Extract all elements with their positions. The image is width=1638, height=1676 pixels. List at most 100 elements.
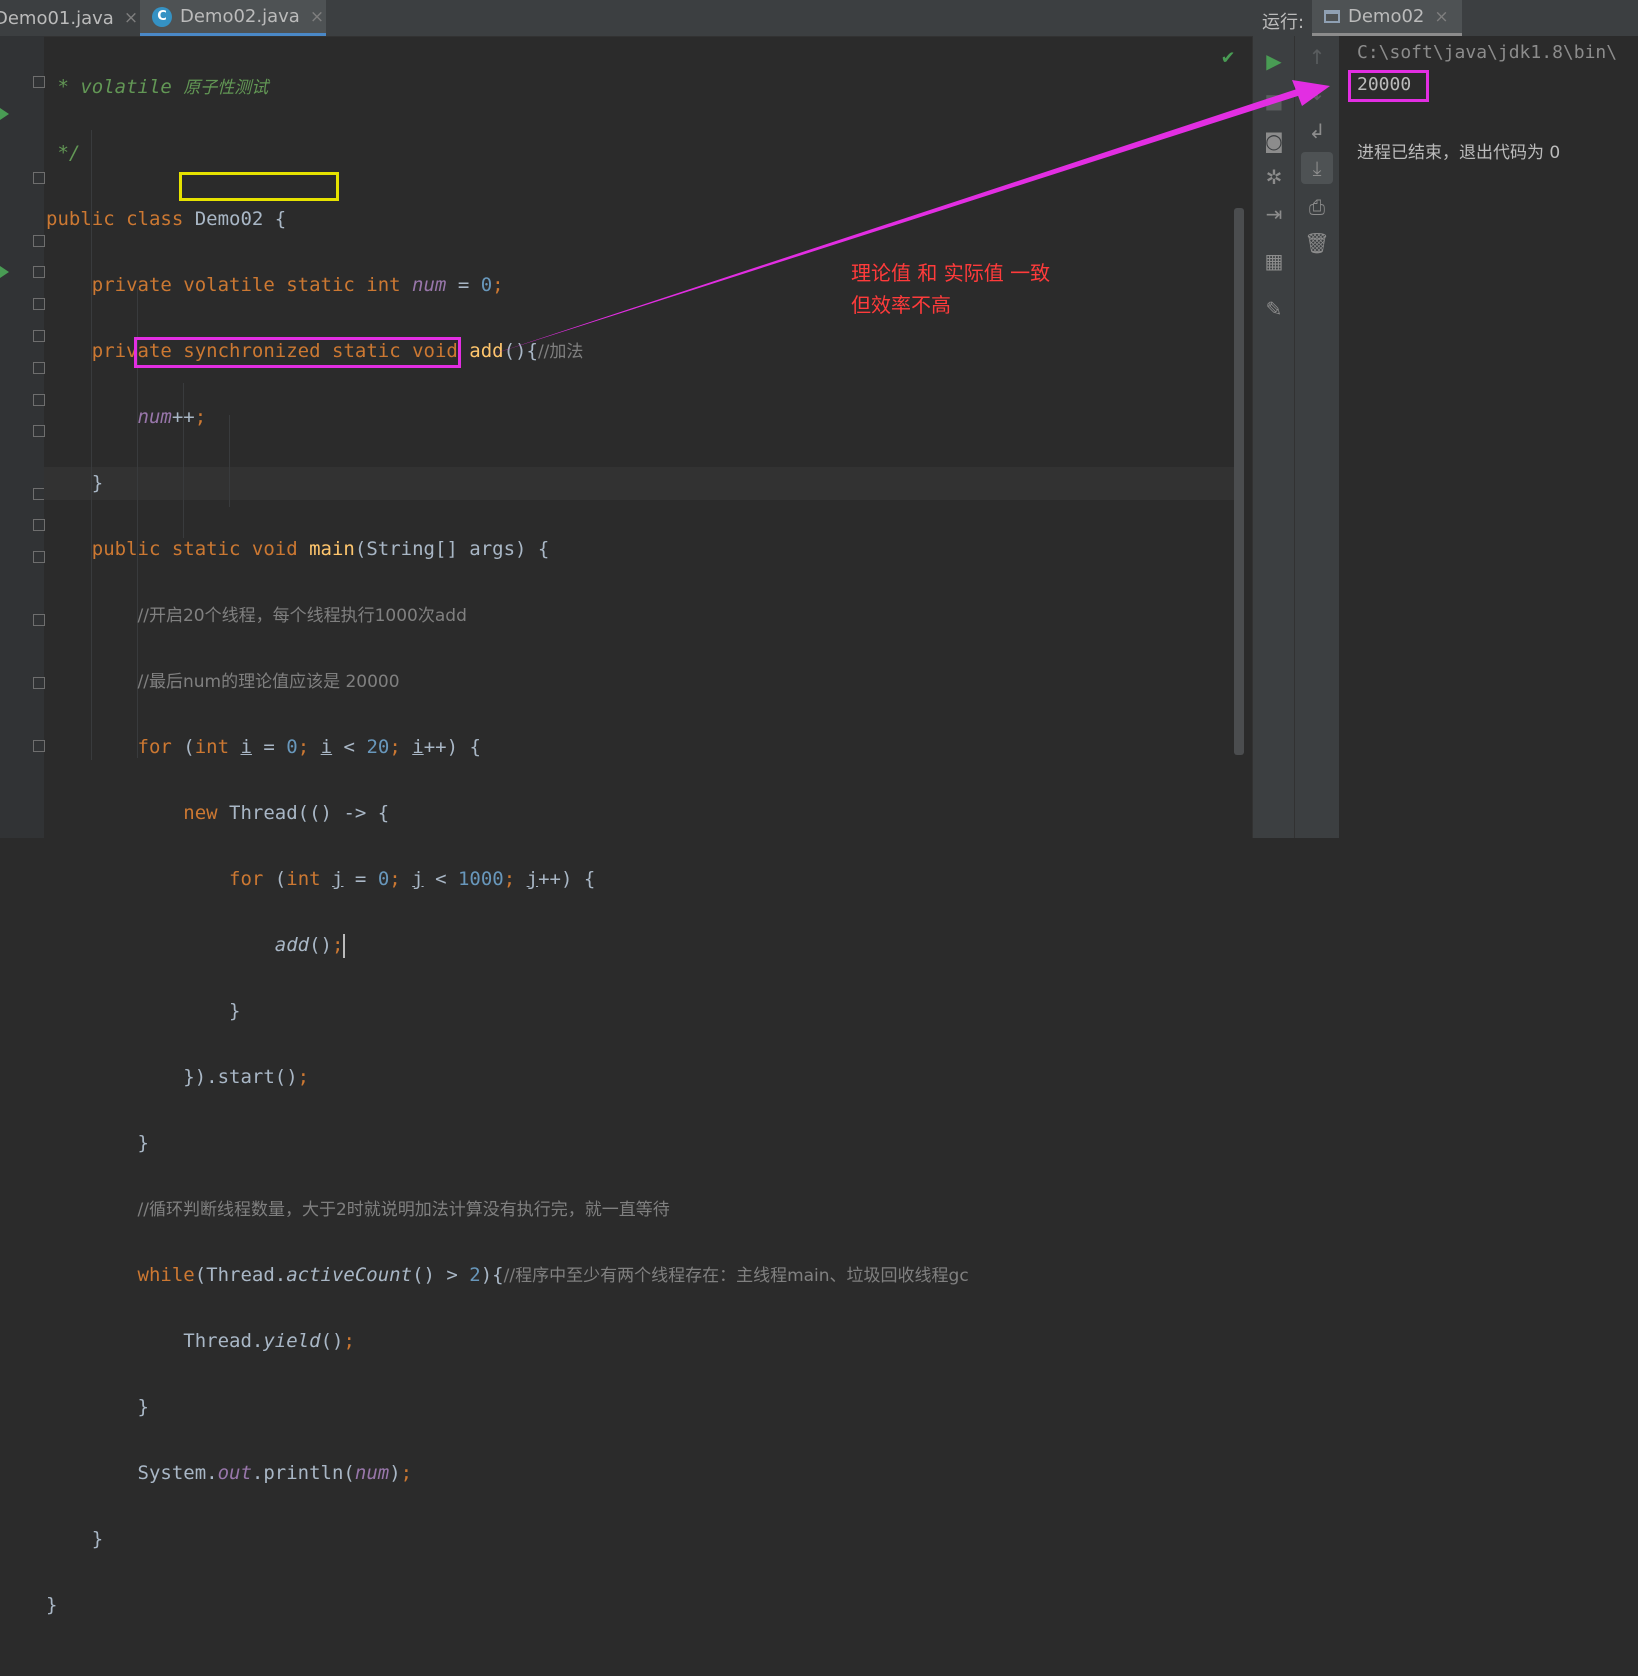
doc-comment-text: 原子性测试	[183, 78, 269, 98]
code-line-16: }).start();	[46, 1061, 969, 1094]
variable: i	[320, 736, 333, 758]
pin-icon[interactable]: ✎	[1259, 294, 1289, 324]
keyword: public static void	[46, 538, 310, 560]
code-line-23: }	[46, 1523, 969, 1556]
code-line-11: for (int i = 0; i < 20; i++) {	[46, 731, 969, 764]
down-arrow-icon[interactable]: ↓	[1302, 78, 1332, 108]
keyword: int	[194, 736, 230, 758]
code-line-19: while(Thread.activeCount() > 2){//程序中至少有…	[46, 1259, 969, 1292]
print-icon[interactable]: ⎙	[1302, 192, 1332, 222]
annotation-text: 理论值 和 实际值 一致 但效率不高	[851, 257, 1050, 321]
fold-marker-icon[interactable]	[33, 298, 45, 310]
run-class-icon[interactable]	[0, 108, 9, 120]
soft-wrap-icon[interactable]: ↲	[1302, 116, 1332, 146]
method-call: add	[274, 934, 310, 956]
code-text: Thread.	[183, 1330, 264, 1352]
line-comment: //程序中至少有两个线程存在：主线程main、垃圾回收线程gc	[503, 1266, 969, 1286]
fold-marker-icon[interactable]	[33, 266, 45, 278]
semicolon: ;	[297, 1066, 310, 1088]
number-literal: 1000	[457, 868, 504, 890]
java-class-icon: C	[152, 6, 172, 27]
run-main-icon[interactable]	[0, 266, 9, 278]
fold-marker-icon[interactable]	[33, 519, 45, 531]
doc-comment-end: */	[46, 142, 81, 164]
trash-icon[interactable]: 🗑	[1302, 228, 1332, 258]
method-call: yield	[263, 1330, 321, 1352]
code-text: }).start()	[183, 1066, 298, 1088]
gear-debug-icon[interactable]: ✲	[1259, 162, 1289, 192]
operator: ++	[171, 406, 195, 428]
fold-marker-icon[interactable]	[33, 172, 45, 184]
editor-scrollbar[interactable]	[1234, 208, 1244, 755]
code-line-22: System.out.println(num);	[46, 1457, 969, 1490]
close-icon[interactable]: ×	[310, 7, 324, 27]
code-line-8: public static void main(String[] args) {	[46, 533, 969, 566]
check-icon: ✔	[1222, 44, 1235, 68]
layout-icon[interactable]: ▦	[1259, 246, 1289, 276]
brace: }	[46, 472, 104, 494]
annotation-line-1: 理论值 和 实际值 一致	[851, 261, 1051, 285]
fold-marker-icon[interactable]	[33, 614, 45, 626]
fold-marker-icon[interactable]	[33, 394, 45, 406]
tab-demo01[interactable]: Demo01.java ×	[0, 0, 140, 36]
fold-marker-icon[interactable]	[33, 76, 45, 88]
fold-marker-icon[interactable]	[33, 362, 45, 374]
fold-marker-icon[interactable]	[33, 235, 45, 247]
stop-icon[interactable]: ■	[1259, 86, 1289, 116]
close-icon[interactable]: ×	[124, 8, 138, 28]
fold-marker-icon[interactable]	[33, 330, 45, 342]
keyword: private volatile static int	[46, 274, 413, 296]
semicolon: ;	[343, 1330, 355, 1352]
code-line-7: }	[46, 467, 969, 500]
operator: =	[251, 736, 287, 758]
code-line-18: //循环判断线程数量，大于2时就说明加法计算没有执行完，就一直等待	[46, 1193, 969, 1226]
output-highlight-box	[1348, 70, 1429, 102]
variable: j	[526, 868, 539, 890]
run-tool-header: 运行: Demo02 ×	[1252, 0, 1638, 37]
editor-panel[interactable]: Demo01.java × C Demo02.java × * volatile…	[0, 0, 1252, 1616]
keyword: for	[229, 868, 264, 890]
fold-marker-icon[interactable]	[33, 551, 45, 563]
field-name: num	[412, 274, 447, 296]
semicolon: ;	[503, 868, 516, 890]
fold-marker-icon[interactable]	[33, 677, 45, 689]
keyword: public class	[46, 208, 195, 230]
line-comment: //开启20个线程，每个线程执行1000次add	[137, 606, 467, 626]
line-comment: //最后num的理论值应该是 20000	[137, 672, 400, 692]
static-field: out	[217, 1462, 252, 1484]
keyword: new	[183, 802, 218, 824]
rerun-icon[interactable]: ▶	[1259, 46, 1289, 76]
code-line-9: //开启20个线程，每个线程执行1000次add	[46, 599, 969, 632]
scroll-to-end-icon[interactable]: ⤓	[1301, 152, 1333, 184]
variable: j	[412, 868, 424, 890]
fold-marker-icon[interactable]	[33, 425, 45, 437]
variable: i	[240, 736, 252, 758]
method-name: add	[469, 340, 504, 362]
doc-comment: * volatile	[46, 76, 184, 98]
fold-marker-icon[interactable]	[33, 740, 45, 752]
operator: <	[332, 736, 367, 758]
editor-gutter	[0, 36, 44, 838]
up-arrow-icon[interactable]: ↑	[1302, 42, 1332, 72]
camera-icon[interactable]: ◙	[1259, 126, 1289, 156]
line-comment: //加法	[537, 342, 584, 362]
code-text: (	[263, 868, 287, 890]
code-text: () >	[412, 1264, 470, 1286]
code-area[interactable]: * volatile 原子性测试 */ public class Demo02 …	[46, 38, 969, 1676]
editor-tab-bar: Demo01.java × C Demo02.java ×	[0, 0, 1252, 37]
console-window-icon	[1324, 10, 1340, 23]
code-line-17: }	[46, 1127, 969, 1160]
keyword: int	[286, 868, 321, 890]
console-output[interactable]: C:\soft\java\jdk1.8\bin\ 20000 进程已结束，退出代…	[1339, 36, 1638, 838]
code-line-24: }	[46, 1589, 969, 1622]
code-line-13: for (int j = 0; j < 1000; j++) {	[46, 863, 969, 896]
code-text: ++) {	[423, 736, 481, 758]
field-name: num	[354, 1462, 390, 1484]
exit-icon[interactable]: ⇥	[1259, 199, 1289, 229]
tab-demo02[interactable]: C Demo02.java ×	[140, 0, 326, 36]
close-icon[interactable]: ×	[1434, 7, 1448, 27]
code-text: (Thread.	[194, 1264, 287, 1286]
brace: }	[137, 1396, 149, 1418]
tab-run-demo02[interactable]: Demo02 ×	[1312, 0, 1462, 36]
semicolon: ;	[492, 274, 504, 296]
